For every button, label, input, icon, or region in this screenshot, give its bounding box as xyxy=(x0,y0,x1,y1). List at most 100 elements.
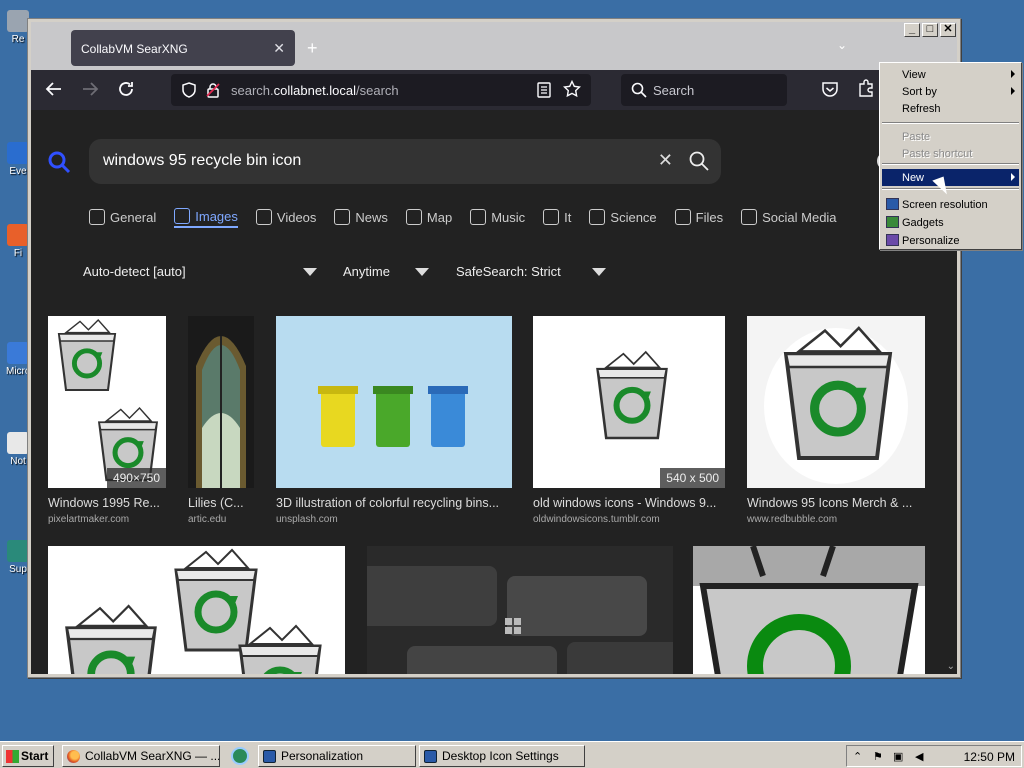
url-path: /search xyxy=(356,83,399,98)
time-range-select[interactable]: Anytime xyxy=(343,264,429,279)
menu-item-screen-resolution[interactable]: Screen resolution xyxy=(882,196,1019,213)
close-button[interactable]: ✕ xyxy=(940,23,956,37)
tab-list-chevron-icon[interactable]: ⌄ xyxy=(837,38,847,52)
menu-item-label: View xyxy=(902,69,926,81)
result-title[interactable]: 3D illustration of colorful recycling bi… xyxy=(276,496,512,510)
search-submit-icon[interactable] xyxy=(689,151,709,171)
result-source: unsplash.com xyxy=(276,514,338,525)
image-result[interactable] xyxy=(367,546,673,674)
start-button[interactable]: Start xyxy=(2,745,54,767)
tab-social-media[interactable]: Social Media xyxy=(741,206,837,228)
browser-search-box[interactable]: Search xyxy=(621,74,787,106)
menu-item-label: Refresh xyxy=(902,103,941,115)
image-result[interactable] xyxy=(48,546,345,674)
reader-view-icon[interactable] xyxy=(537,82,551,98)
result-thumbnail[interactable] xyxy=(48,546,345,674)
image-result[interactable]: Lilies (C... artic.edu xyxy=(188,316,254,528)
maximize-button[interactable]: □ xyxy=(922,23,938,37)
result-thumbnail[interactable] xyxy=(276,316,512,488)
menu-item-view[interactable]: View xyxy=(882,66,1019,83)
chevron-down-icon xyxy=(592,268,606,276)
query-text: windows 95 recycle bin icon xyxy=(103,152,302,169)
network-icon[interactable]: ▣ xyxy=(893,750,903,763)
result-title[interactable]: Lilies (C... xyxy=(188,496,254,510)
result-thumbnail[interactable]: 540 x 500 xyxy=(533,316,725,488)
pocket-icon[interactable] xyxy=(821,80,839,98)
image-result[interactable] xyxy=(693,546,925,674)
menu-separator xyxy=(882,163,1019,165)
tab-map[interactable]: Map xyxy=(405,206,452,228)
menu-item-new[interactable]: New xyxy=(882,169,1019,186)
result-thumbnail[interactable] xyxy=(188,316,254,488)
insecure-lock-icon[interactable] xyxy=(205,82,221,98)
tab-collabvm-searxng[interactable]: CollabVM SearXNG ✕ xyxy=(71,30,295,66)
category-tabs: General Images Videos News Map Music It Science… xyxy=(89,206,837,228)
taskbar-button-label: Personalization xyxy=(281,749,364,763)
tab-close-icon[interactable]: ✕ xyxy=(273,40,285,57)
menu-item-refresh[interactable]: Refresh xyxy=(882,100,1019,117)
result-title[interactable]: Windows 1995 Re... xyxy=(48,496,166,510)
image-result[interactable]: 490×750 Windows 1995 Re... pixelartmaker.c… xyxy=(48,316,166,528)
menu-item-label: Screen resolution xyxy=(902,199,988,211)
taskbar-button-personalization[interactable]: Personalization xyxy=(258,745,416,767)
menu-item-label: Gadgets xyxy=(902,217,944,229)
action-center-flag-icon[interactable]: ⚑ xyxy=(873,750,883,763)
taskbar-button-desktop-icon-settings[interactable]: Desktop Icon Settings xyxy=(419,745,585,767)
result-thumbnail[interactable] xyxy=(747,316,925,488)
category-label: Music xyxy=(491,209,526,225)
result-title[interactable]: Windows 95 Icons Merch & ... xyxy=(747,496,925,510)
menu-item-sort-by[interactable]: Sort by xyxy=(882,83,1019,100)
image-icon xyxy=(174,208,191,224)
tab-science[interactable]: Science xyxy=(589,206,657,228)
extensions-puzzle-icon[interactable] xyxy=(857,79,875,97)
menu-item-icon xyxy=(886,216,899,228)
show-hidden-icons-icon[interactable]: ⌃ xyxy=(853,750,862,763)
forward-button[interactable] xyxy=(81,80,99,101)
language-value: Auto-detect [auto] xyxy=(83,264,186,279)
taskbar-button-label: CollabVM SearXNG — ... xyxy=(85,749,220,763)
reload-button[interactable] xyxy=(117,80,135,101)
category-label: Science xyxy=(610,209,657,225)
minimize-button[interactable]: _ xyxy=(904,23,920,37)
result-thumbnail[interactable]: 490×750 xyxy=(48,316,166,488)
clock[interactable]: 12:50 PM xyxy=(964,750,1015,764)
new-tab-button[interactable]: + xyxy=(307,38,318,59)
quick-launch-icon[interactable] xyxy=(231,747,249,765)
image-result[interactable]: Windows 95 Icons Merch & ... www.redbubbl… xyxy=(747,316,925,528)
tab-music[interactable]: Music xyxy=(470,206,525,228)
menu-item-gadgets[interactable]: Gadgets xyxy=(882,214,1019,231)
result-title[interactable]: old windows icons - Windows 9... xyxy=(533,496,725,510)
menu-item-label: Paste shortcut xyxy=(902,148,973,160)
tab-files[interactable]: Files xyxy=(674,206,723,228)
safesearch-select[interactable]: SafeSearch: Strict xyxy=(456,264,606,279)
tab-videos[interactable]: Videos xyxy=(255,206,316,228)
query-input[interactable]: windows 95 recycle bin icon ✕ xyxy=(89,139,721,184)
tab-images[interactable]: Images xyxy=(174,206,238,228)
address-bar[interactable]: search.collabnet.local/search xyxy=(171,74,591,106)
scroll-down-icon[interactable]: ⌄ xyxy=(947,661,955,672)
menu-item-personalize[interactable]: Personalize xyxy=(882,232,1019,249)
tab-it[interactable]: It xyxy=(543,206,571,228)
monitor-icon xyxy=(263,750,276,763)
tab-general[interactable]: General xyxy=(89,206,156,228)
tracking-shield-icon[interactable] xyxy=(181,82,197,98)
taskbar-button-browser[interactable]: CollabVM SearXNG — ... xyxy=(62,745,220,767)
map-pin-icon xyxy=(405,209,422,225)
language-select[interactable]: Auto-detect [auto] xyxy=(83,264,317,279)
url-prefix: search. xyxy=(231,83,274,98)
clear-query-icon[interactable]: ✕ xyxy=(658,150,673,171)
result-thumbnail[interactable] xyxy=(367,546,673,674)
desktop-context-menu: View Sort by Refresh Paste Paste shortcut New… xyxy=(879,62,1022,250)
searxng-logo-icon[interactable] xyxy=(47,150,71,174)
result-thumbnail[interactable] xyxy=(693,546,925,674)
browser-window: _ □ ✕ CollabVM SearXNG ✕ + ⌄ search.coll… xyxy=(27,18,961,678)
result-source: www.redbubble.com xyxy=(747,514,838,525)
taskbar-button-label: Desktop Icon Settings xyxy=(442,749,559,763)
category-label: Social Media xyxy=(762,209,837,225)
image-result[interactable]: 3D illustration of colorful recycling bi… xyxy=(276,316,512,528)
back-button[interactable] xyxy=(45,80,63,101)
tab-news[interactable]: News xyxy=(334,206,388,228)
image-result[interactable]: 540 x 500 old windows icons - Windows 9..… xyxy=(533,316,725,528)
bookmark-star-icon[interactable] xyxy=(563,80,581,98)
volume-muted-icon[interactable]: ◀ xyxy=(915,750,923,763)
